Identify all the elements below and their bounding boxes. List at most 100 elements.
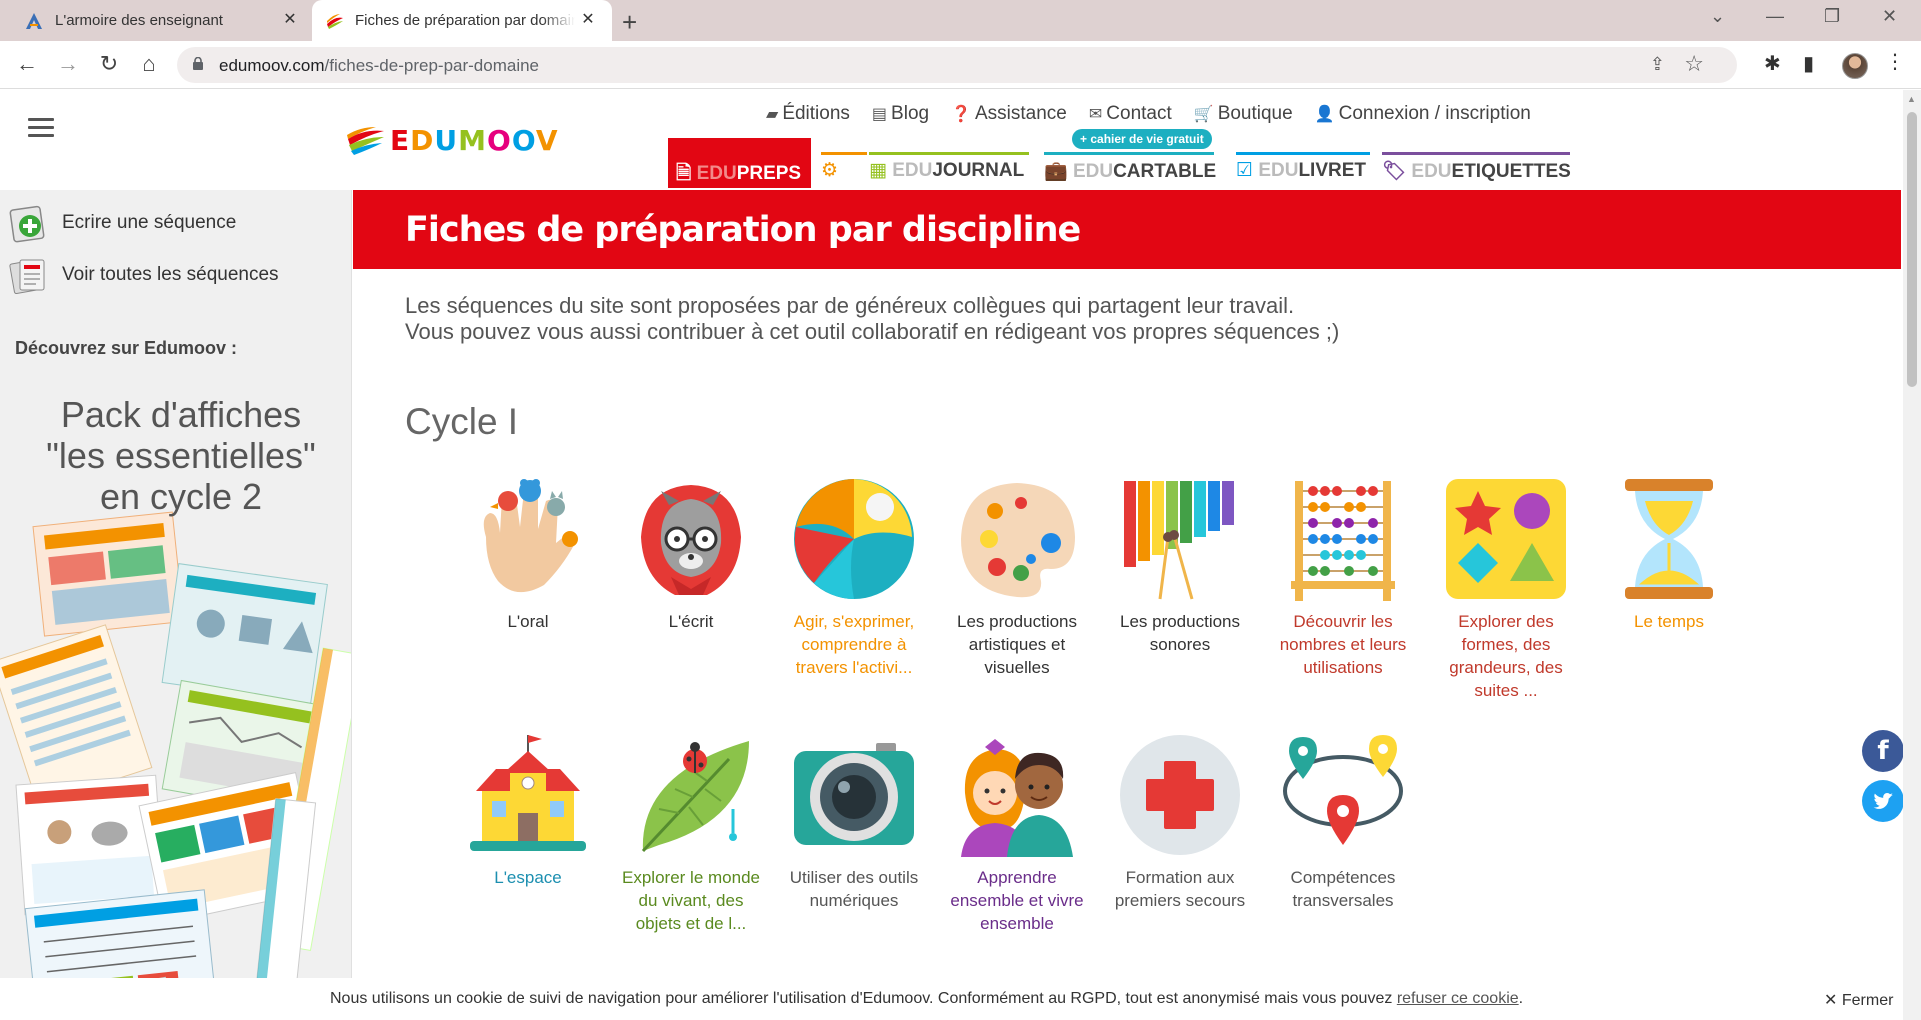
extensions-icon[interactable]: ✱ [1764,51,1781,76]
hamburger-menu-icon[interactable] [28,118,54,138]
cartable-badge[interactable]: + cahier de vie gratuit [1072,129,1212,149]
close-icon: ✕ [1824,992,1838,1009]
documents-stack-icon [9,259,45,295]
new-tab-icon[interactable]: + [622,7,637,38]
web-page: EDUMOOV ▰ Éditions ▤ Blog ❓ Assistance ✉ Con… [0,90,1921,1020]
sidebar-link-label: Voir toutes les séquences [62,264,279,285]
armoire-favicon-icon [26,13,42,29]
user-icon: 👤 [1314,106,1335,123]
product-underline [869,152,1029,155]
cookie-message: Nous utilisons un cookie de suivi de nav… [330,990,1524,1007]
browser-tab-strip: L'armoire des enseignant ✕ Fiches de pré… [0,0,1921,41]
map-pins-icon [1283,735,1403,845]
wolf-reader-icon [641,485,741,595]
nav-editions[interactable]: ▰ Éditions [766,103,850,125]
twitter-icon [1873,793,1893,809]
domain-nombres[interactable]: Découvrir les nombres et leurs utilisati… [1273,477,1413,679]
domain-vivre-ensemble[interactable]: Apprendre ensemble et vivre ensemble [947,733,1087,935]
palette-icon [961,483,1075,598]
label-icon: 🏷 [1382,161,1407,182]
maximize-icon[interactable]: ❐ [1824,6,1840,27]
facebook-share-button[interactable]: f [1862,730,1904,772]
home-icon[interactable]: ⌂ [136,51,162,77]
product-edupreps[interactable]: 🗎 EDUPREPS [668,138,812,188]
address-bar[interactable]: edumoov.com/fiches-de-prep-par-domaine ⇪… [177,47,1737,83]
bookmark-star-icon[interactable]: ☆ [1684,51,1704,77]
nav-contact[interactable]: ✉ Contact [1089,103,1172,125]
browser-tab-active[interactable]: Fiches de préparation par domaine ✕ [312,0,612,41]
domain-sonores[interactable]: Les productions sonores [1110,477,1250,656]
promo-title-line: en cycle 2 [99,476,263,517]
domain-agir[interactable]: Agir, s'exprimer, comprendre à travers l… [784,477,924,679]
children-icon [961,739,1073,857]
scroll-up-icon[interactable]: ▲ [1907,94,1916,104]
tab-search-icon[interactable]: ⌄ [1710,6,1725,27]
logo-wordmark: EDUMOOV [390,124,559,157]
domain-label: L'oral [507,612,549,631]
domain-vivant[interactable]: Explorer le monde du vivant, des objets … [621,733,761,935]
close-window-icon[interactable]: ✕ [1882,6,1897,27]
product-underline [1044,152,1214,155]
promo-title-line: Pack d'affiches [60,394,302,435]
profile-avatar[interactable] [1842,53,1868,79]
sidebar-link-label: Ecrire une séquence [62,212,237,233]
domain-espace[interactable]: L'espace [458,733,598,889]
intro-line: Vous pouvez vous aussi contribuer à cet … [405,319,1340,344]
domain-label: Apprendre ensemble et vivre ensemble [950,868,1084,933]
side-panel-icon[interactable]: ▮ [1803,51,1814,76]
nav-assistance[interactable]: ❓ Assistance [951,103,1067,125]
intro-line: Les séquences du site sont proposées par… [405,293,1295,318]
nav-boutique[interactable]: 🛒 Boutique [1194,103,1293,125]
abacus-icon [1291,481,1395,601]
close-tab-icon[interactable]: ✕ [577,9,599,29]
reload-icon[interactable]: ↻ [96,51,122,77]
edumoov-favicon-icon [327,14,343,29]
briefcase-icon: 💼 [1044,161,1068,182]
lock-icon [193,57,203,70]
nav-blog[interactable]: ▤ Blog [872,103,929,125]
refuse-cookie-link[interactable]: refuser ce cookie [1397,990,1519,1007]
document-icon: 🗎 [676,163,692,184]
domain-secours[interactable]: Formation aux premiers secours [1110,733,1250,912]
product-eduetiquettes[interactable]: 🏷 EDUETIQUETTES [1382,138,1571,188]
sidebar-all-sequences[interactable]: Voir toutes les séquences [8,254,279,296]
product-underline [1236,152,1370,155]
domain-ecrit[interactable]: L'écrit [621,477,761,633]
envelope-icon: ✉ [1088,106,1103,123]
discover-heading: Découvrez sur Edumoov : [15,338,238,358]
forward-icon[interactable]: → [55,51,81,77]
tab-title: L'armoire des enseignant [55,12,223,29]
edumoov-logo[interactable]: EDUMOOV [346,124,559,157]
domain-arts-visuels[interactable]: Les productions artistiques et visuelles [947,477,1087,679]
promo-poster-pack[interactable]: Pack d'affiches "les essentielles" en cy… [0,390,351,1020]
gears-icon: ⚙ [821,160,839,181]
browser-tab[interactable]: L'armoire des enseignant ✕ [0,0,310,41]
domain-numerique[interactable]: Utiliser des outils numériques [784,733,924,912]
domain-label: L'espace [494,868,562,887]
share-icon[interactable]: ⇪ [1650,54,1665,75]
domain-transversales[interactable]: Compétences transversales [1273,733,1413,912]
chrome-menu-icon[interactable]: ⋮ [1885,49,1905,74]
product-underline [1382,152,1570,155]
school-icon [470,735,586,851]
logo-mark-icon [347,126,384,155]
scrollbar-thumb[interactable] [1907,112,1917,387]
twitter-share-button[interactable] [1862,780,1904,822]
domain-oral[interactable]: L'oral [458,477,598,633]
product-edujournal[interactable]: ▦ EDUJOURNAL [869,138,1029,188]
page-scrollbar[interactable]: ▲ [1903,90,1921,1020]
promo-title-line: "les essentielles" [46,435,316,476]
close-tab-icon[interactable]: ✕ [279,9,301,29]
nav-login[interactable]: 👤 Connexion / inscription [1315,103,1531,125]
minimize-icon[interactable]: — [1766,6,1784,27]
camera-icon [794,743,914,845]
sidebar-write-sequence[interactable]: Ecrire une séquence [8,202,236,244]
cookie-close-label: Fermer [1841,992,1894,1009]
back-icon[interactable]: ← [14,51,40,77]
cookie-close-button[interactable]: ✕ Fermer [1824,990,1893,1010]
domain-label: Formation aux premiers secours [1114,868,1246,910]
product-settings[interactable]: ⚙ [821,138,867,188]
domain-formes[interactable]: Explorer des formes, des grandeurs, des … [1436,477,1576,702]
domain-temps[interactable]: Le temps [1599,477,1739,633]
product-edulivret[interactable]: ☑ EDULIVRET [1236,138,1370,188]
